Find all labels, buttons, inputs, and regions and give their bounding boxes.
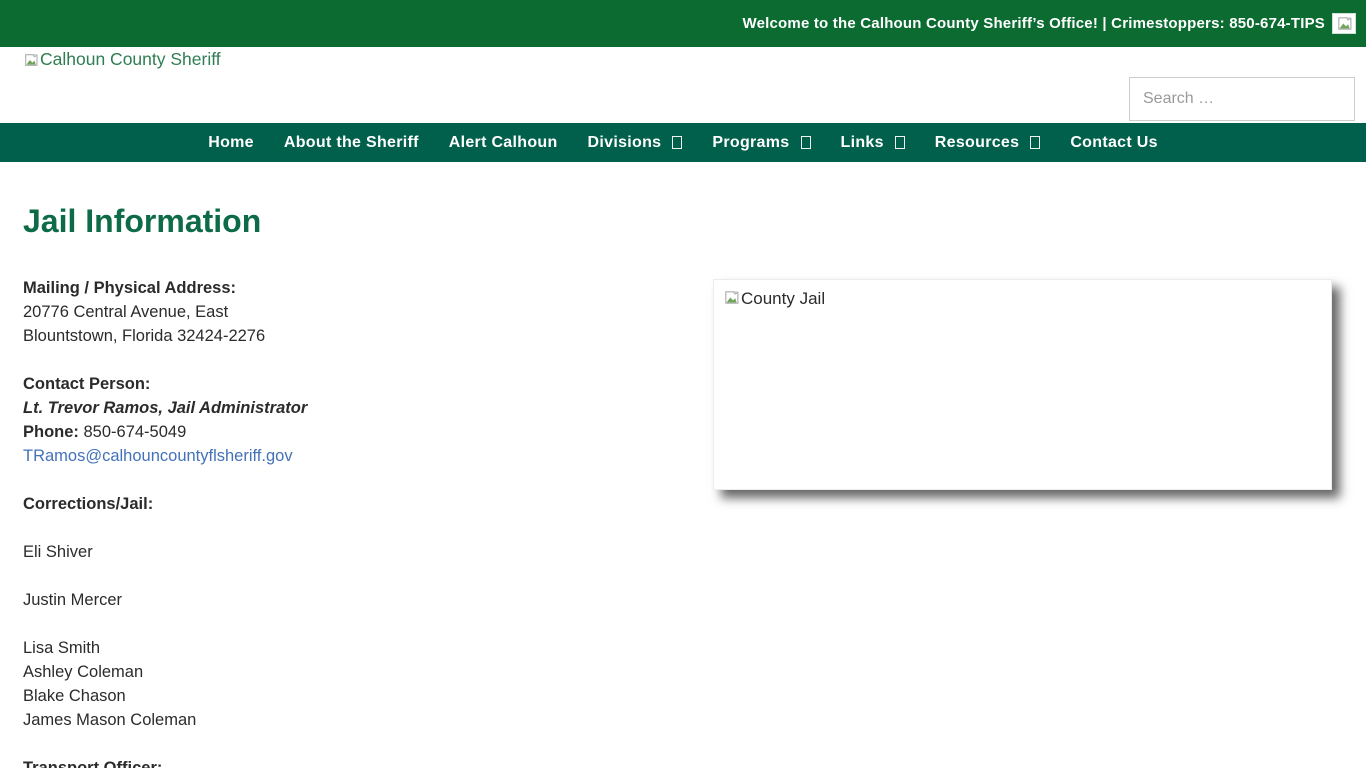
corrections-label-block: Corrections/Jail: (23, 492, 663, 516)
address-block: Mailing / Physical Address: 20776 Centra… (23, 276, 663, 348)
county-jail-image-placeholder: County Jail (713, 279, 1332, 490)
address-line-1: 20776 Central Avenue, East (23, 303, 228, 321)
staff-name: Blake Chason (23, 687, 126, 705)
county-jail-alt-text: County Jail (741, 289, 825, 309)
staff-name: James Mason Coleman (23, 711, 196, 729)
contact-label: Contact Person: (23, 375, 150, 393)
contact-block: Contact Person: Lt. Trevor Ramos, Jail A… (23, 372, 663, 468)
page-title: Jail Information (23, 162, 1366, 240)
phone-label: Phone: (23, 423, 79, 441)
dropdown-indicator-icon (1030, 136, 1040, 149)
transport-officer-label: Transport Officer: (23, 759, 162, 768)
address-line-2: Blountstown, Florida 32424-2276 (23, 327, 265, 345)
dropdown-indicator-icon (672, 136, 682, 149)
staff-name: Justin Mercer (23, 588, 663, 612)
nav-item-divisions[interactable]: Divisions (573, 123, 698, 162)
dropdown-indicator-icon (801, 136, 811, 149)
nav-item-alert-calhoun[interactable]: Alert Calhoun (434, 123, 573, 162)
staff-name: Ashley Coleman (23, 663, 143, 681)
transport-officer-block: Transport Officer: (23, 756, 663, 768)
nav-item-about-the-sheriff[interactable]: About the Sheriff (269, 123, 434, 162)
main-content: Jail Information Mailing / Physical Addr… (0, 162, 1366, 768)
site-logo-link[interactable]: Calhoun County Sheriff (23, 49, 221, 70)
nav-item-home[interactable]: Home (193, 123, 269, 162)
dropdown-indicator-icon (895, 136, 905, 149)
broken-image-icon (1332, 13, 1356, 34)
site-logo-alt-text: Calhoun County Sheriff (40, 49, 221, 70)
staff-name: Eli Shiver (23, 540, 663, 564)
staff-group-block: Lisa Smith Ashley Coleman Blake Chason J… (23, 636, 663, 732)
site-header: Calhoun County Sheriff (0, 47, 1366, 123)
welcome-message: Welcome to the Calhoun County Sheriff’s … (743, 15, 1325, 32)
main-navigation: Home About the Sheriff Alert Calhoun Div… (0, 123, 1366, 162)
broken-image-icon (723, 289, 740, 306)
search-input[interactable] (1129, 77, 1355, 121)
staff-name: Lisa Smith (23, 639, 100, 657)
email-link[interactable]: TRamos@calhouncountyflsheriff.gov (23, 447, 293, 465)
announcement-bar: Welcome to the Calhoun County Sheriff’s … (0, 0, 1366, 47)
nav-item-resources[interactable]: Resources (920, 123, 1056, 162)
broken-image-icon (23, 52, 39, 68)
corrections-label: Corrections/Jail: (23, 495, 153, 513)
nav-item-programs[interactable]: Programs (697, 123, 825, 162)
contact-name-title: Lt. Trevor Ramos, Jail Administrator (23, 399, 307, 417)
nav-item-contact-us[interactable]: Contact Us (1055, 123, 1172, 162)
phone-number: 850-674-5049 (79, 423, 186, 441)
address-label: Mailing / Physical Address: (23, 279, 236, 297)
nav-item-links[interactable]: Links (826, 123, 920, 162)
